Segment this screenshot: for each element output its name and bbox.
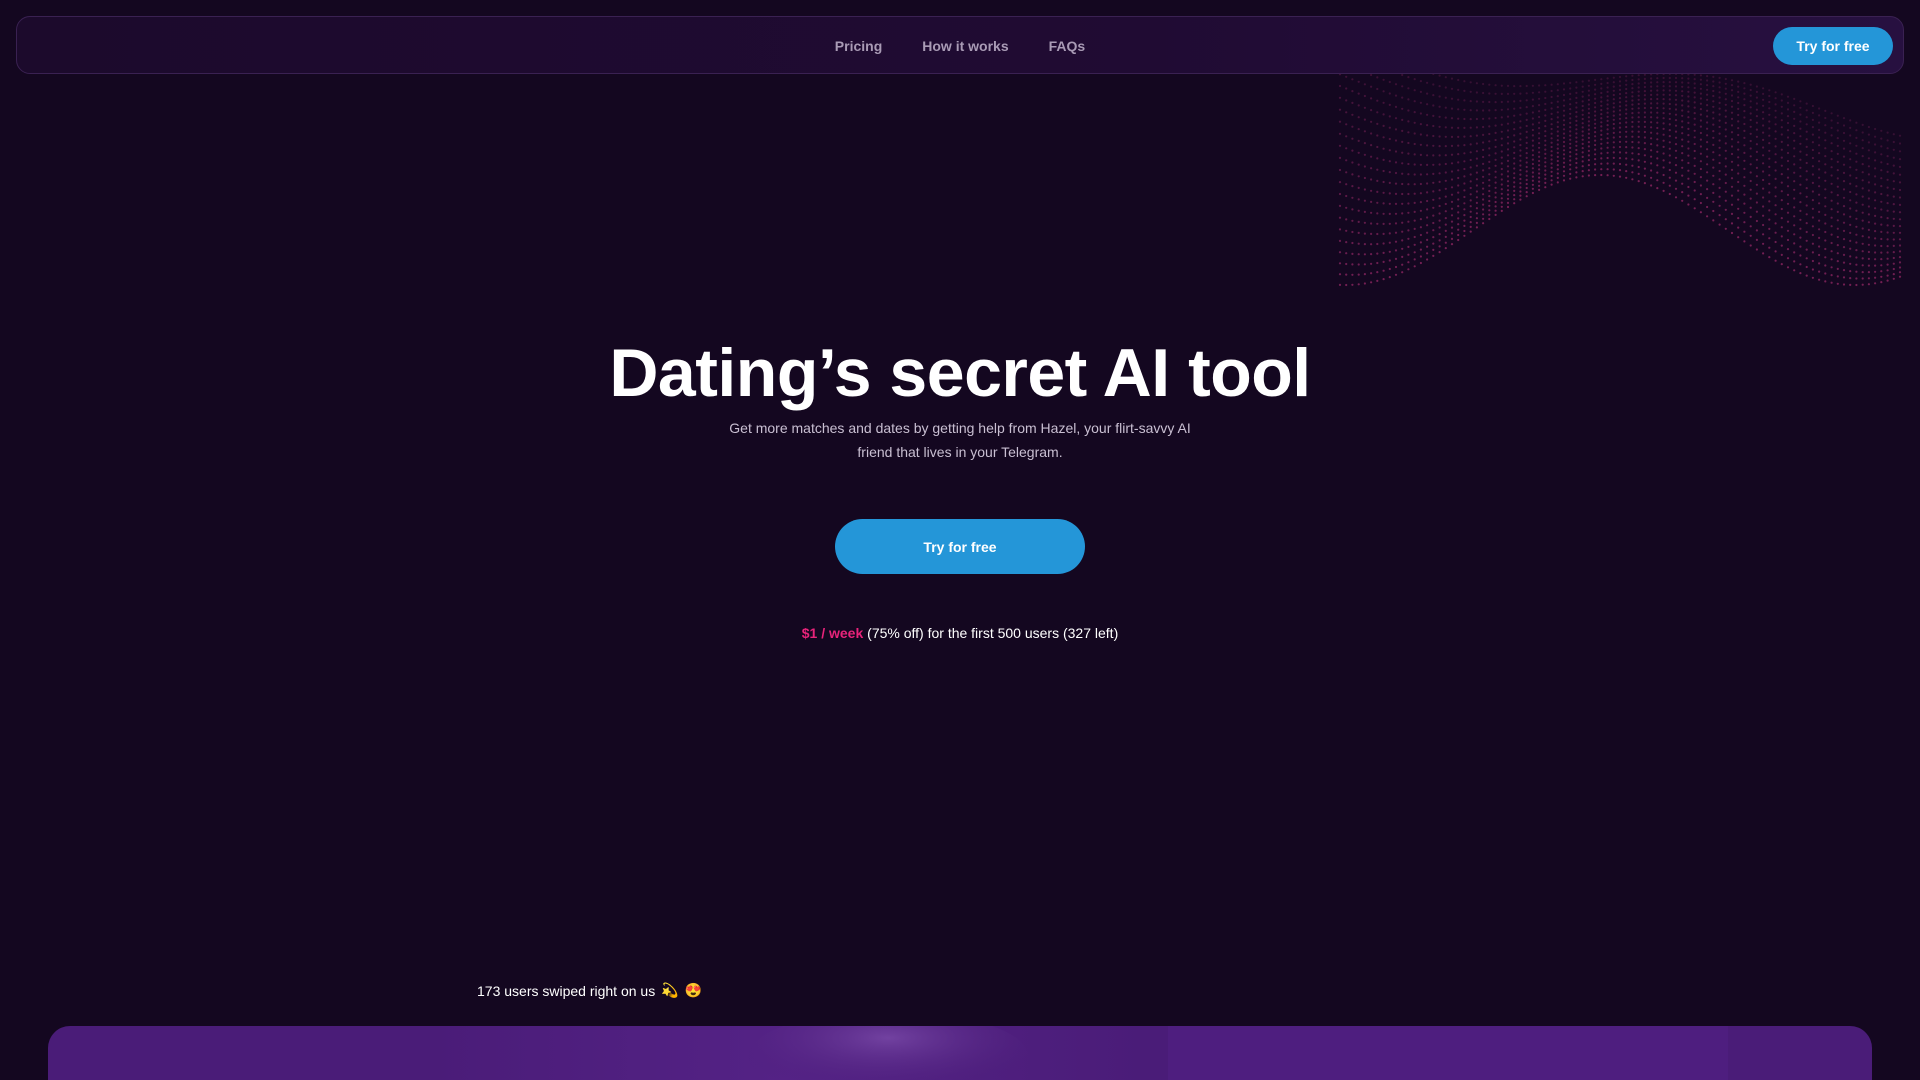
social-proof: 173 users swiped right on us 💫 😍 (477, 982, 702, 999)
testimonials-panel (48, 1026, 1872, 1080)
offer-price: $1 / week (801, 625, 864, 641)
pricing-offer: $1 / week (75% off) for the first 500 us… (0, 625, 1920, 641)
nav-link-pricing[interactable]: Pricing (835, 38, 882, 54)
nav-links: Pricing How it works FAQs (17, 17, 1903, 75)
offer-details: (75% off) for the first 500 users (327 l… (863, 625, 1119, 641)
nav-try-for-free-button[interactable]: Try for free (1773, 27, 1893, 65)
hero-subtitle: Get more matches and dates by getting he… (729, 420, 1191, 460)
social-proof-text: 173 users swiped right on us (477, 982, 656, 999)
panel-background-graphic (428, 1026, 1728, 1080)
hero-try-for-free-button[interactable]: Try for free (835, 519, 1085, 574)
landing-page: Pricing How it works FAQs Try for free D… (0, 0, 1920, 1080)
nav-link-how-it-works[interactable]: How it works (922, 38, 1008, 54)
top-navbar: Pricing How it works FAQs Try for free (16, 16, 1904, 74)
heart-eyes-icon: 😍 (684, 982, 703, 998)
nav-link-faqs[interactable]: FAQs (1049, 38, 1086, 54)
dizzy-star-icon: 💫 (661, 982, 679, 998)
hero-title: Dating’s secret AI tool (609, 335, 1311, 411)
